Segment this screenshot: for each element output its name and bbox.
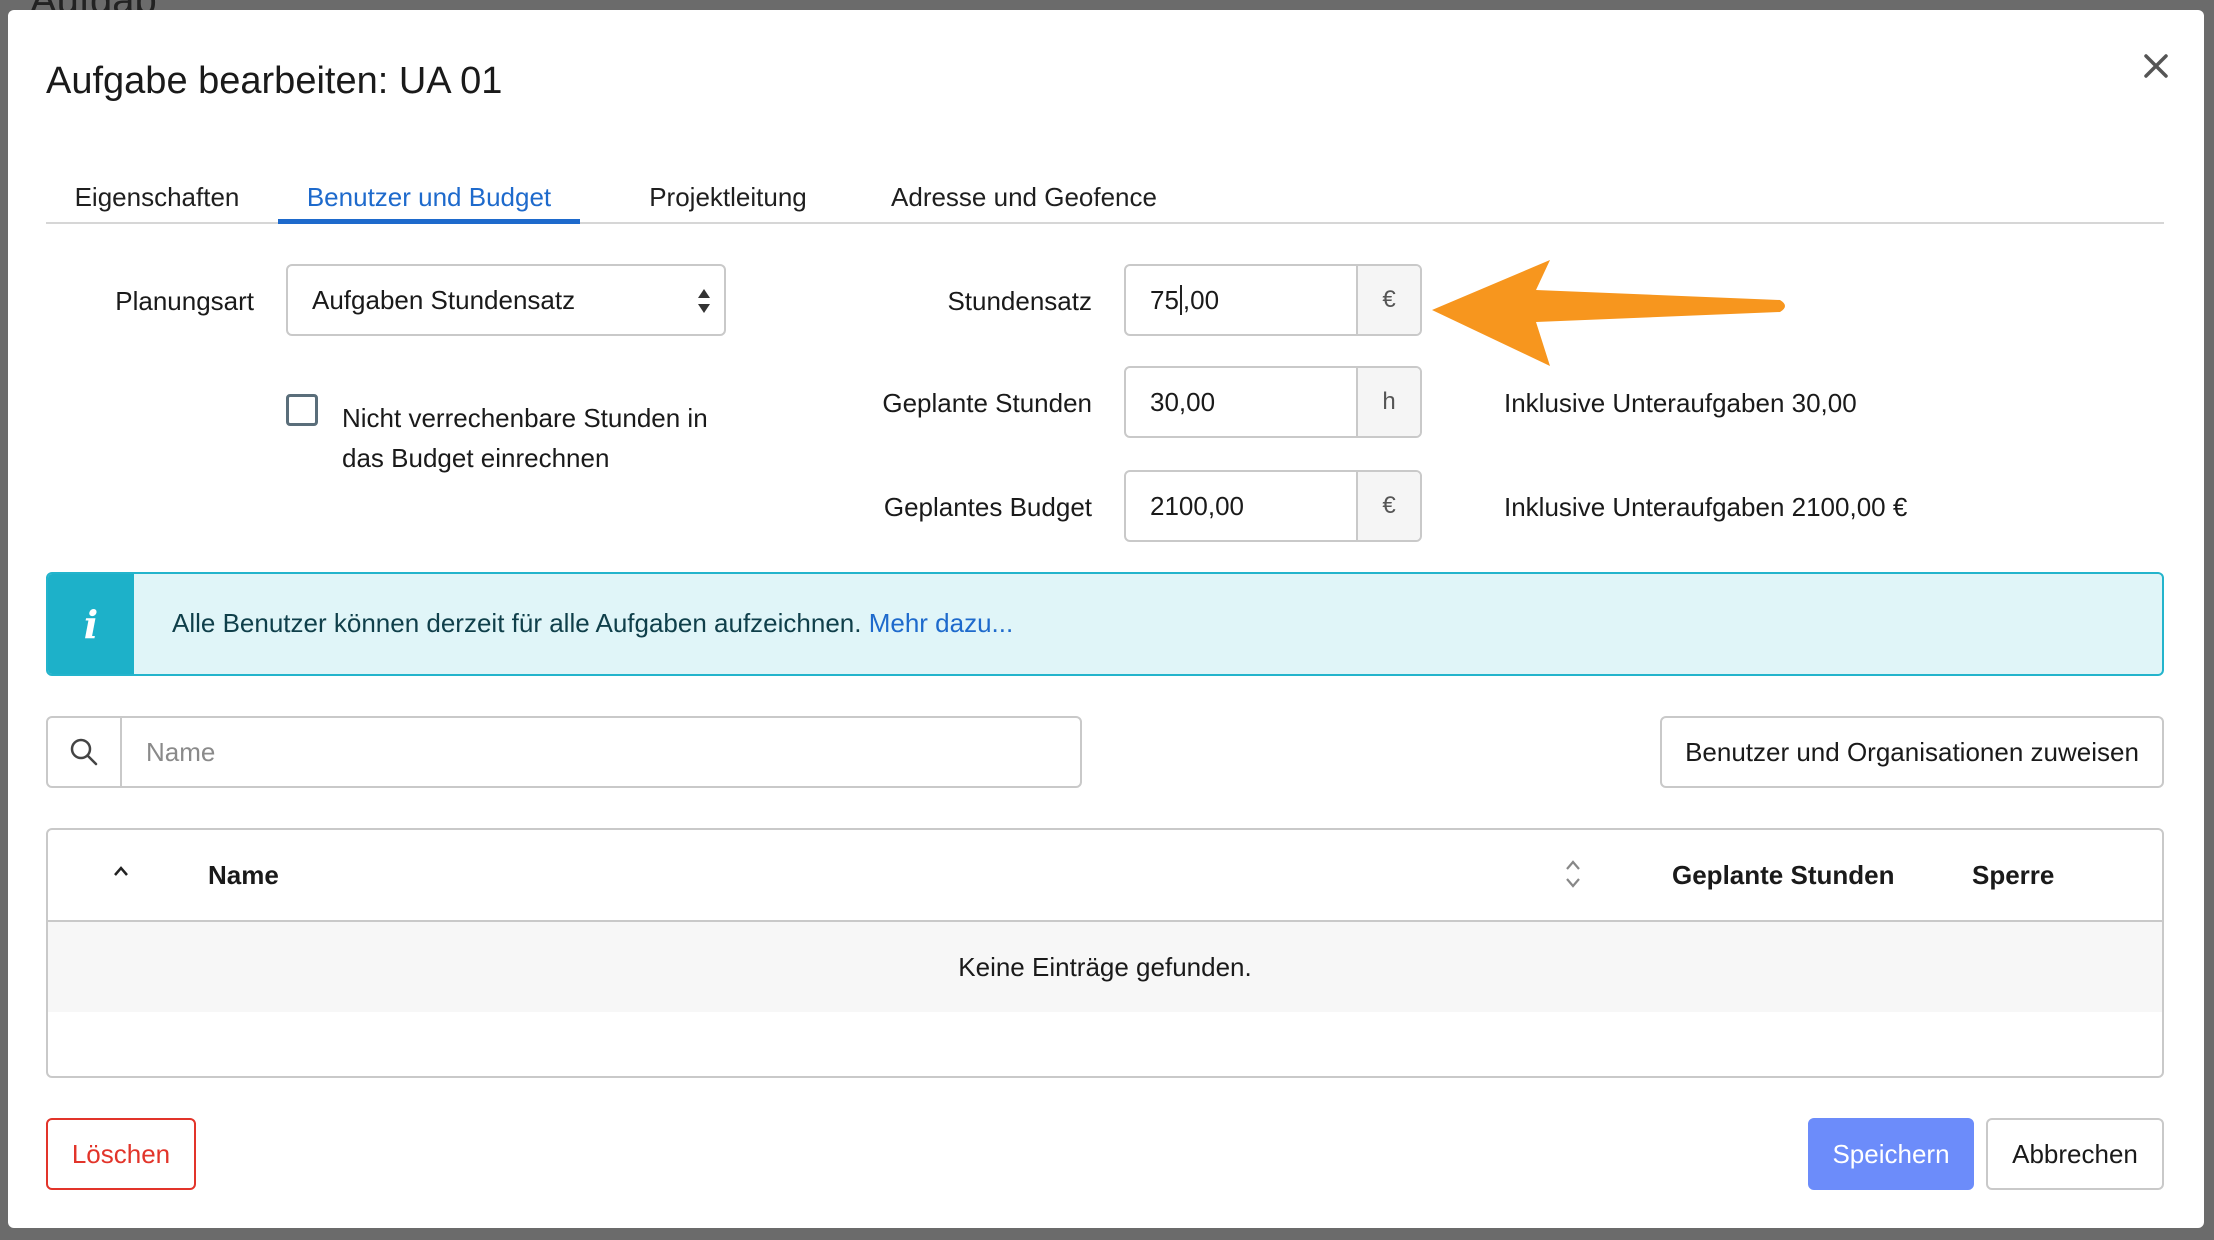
info-banner: i Alle Benutzer können derzeit für alle …: [46, 572, 2164, 676]
column-geplante-stunden[interactable]: Geplante Stunden: [1672, 860, 1894, 891]
billable-hours-checkbox-label: Nicht verrechenbare Stunden in das Budge…: [342, 403, 708, 473]
close-icon[interactable]: [2136, 46, 2176, 86]
billable-hours-checkbox[interactable]: [286, 394, 318, 426]
tab-projektleitung[interactable]: Projektleitung: [608, 160, 848, 220]
sort-icon[interactable]: [1564, 858, 1582, 890]
euro-suffix: €: [1358, 472, 1420, 540]
info-icon: i: [48, 574, 134, 674]
tab-eigenschaften[interactable]: Eigenschaften: [46, 160, 268, 220]
planungsart-select[interactable]: Aufgaben Stundensatz: [286, 264, 726, 336]
planungsart-label: Planungsart: [115, 286, 254, 316]
search-icon: [48, 718, 122, 786]
column-sperre[interactable]: Sperre: [1972, 860, 2054, 891]
geplante-stunden-field[interactable]: 30,00 h: [1124, 366, 1422, 438]
text-cursor: [1179, 285, 1182, 315]
user-search[interactable]: Name: [46, 716, 1082, 788]
geplante-stunden-label: Geplante Stunden: [882, 388, 1092, 418]
chevron-up-icon[interactable]: [112, 864, 130, 878]
cancel-button[interactable]: Abbrechen: [1986, 1118, 2164, 1190]
users-table: Name Geplante Stunden Sperre Keine Eintr…: [46, 828, 2164, 1078]
tab-adresse-und-geofence[interactable]: Adresse und Geofence: [864, 160, 1184, 220]
info-message: Alle Benutzer können derzeit für alle Au…: [172, 608, 1013, 639]
geplante-stunden-input[interactable]: 30,00: [1126, 368, 1358, 436]
stunden-inkl-unteraufgaben: Inklusive Unteraufgaben 30,00: [1504, 388, 1857, 418]
geplantes-budget-field[interactable]: 2100,00 €: [1124, 470, 1422, 542]
column-name[interactable]: Name: [208, 860, 279, 891]
tab-benutzer-und-budget[interactable]: Benutzer und Budget: [278, 160, 580, 224]
dialog-title: Aufgabe bearbeiten: UA 01: [46, 60, 503, 102]
select-arrows-icon: [698, 289, 710, 313]
empty-table-message: Keine Einträge gefunden.: [48, 922, 2162, 1012]
search-input[interactable]: Name: [122, 718, 1080, 786]
stundensatz-input[interactable]: 75,00: [1126, 266, 1358, 334]
geplantes-budget-label: Geplantes Budget: [883, 492, 1092, 522]
planungsart-value: Aufgaben Stundensatz: [312, 284, 576, 315]
stundensatz-field[interactable]: 75,00 €: [1124, 264, 1422, 336]
stundensatz-value-part2: ,00: [1182, 284, 1220, 315]
euro-suffix: €: [1358, 266, 1420, 334]
assign-users-button[interactable]: Benutzer und Organisationen zuweisen: [1660, 716, 2164, 788]
save-button[interactable]: Speichern: [1808, 1118, 1974, 1190]
geplantes-budget-input[interactable]: 2100,00: [1126, 472, 1358, 540]
tab-bar: Eigenschaften Benutzer und Budget Projek…: [46, 160, 2164, 224]
annotation-arrow-icon: [1432, 260, 1785, 366]
delete-button[interactable]: Löschen: [46, 1118, 196, 1190]
stundensatz-value-part1: 75: [1150, 284, 1179, 315]
hours-suffix: h: [1358, 368, 1420, 436]
table-header: Name Geplante Stunden Sperre: [48, 830, 2162, 922]
stundensatz-label: Stundensatz: [947, 286, 1092, 316]
budget-inkl-unteraufgaben: Inklusive Unteraufgaben 2100,00 €: [1504, 492, 1908, 522]
mehr-dazu-link[interactable]: Mehr dazu...: [869, 608, 1014, 638]
edit-task-dialog: Aufgabe bearbeiten: UA 01 Eigenschaften …: [8, 10, 2204, 1228]
info-text: Alle Benutzer können derzeit für alle Au…: [172, 608, 862, 638]
